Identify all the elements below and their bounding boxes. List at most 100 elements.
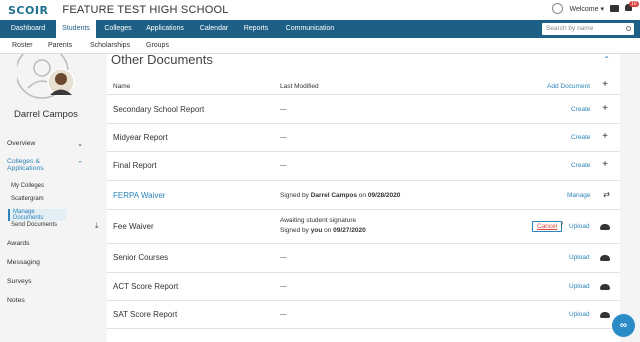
- notifications-icon[interactable]: 10: [625, 1, 639, 13]
- messages-icon[interactable]: [610, 5, 619, 12]
- subnav-roster[interactable]: Roster: [12, 38, 33, 54]
- add-document-link[interactable]: Add Document: [547, 83, 590, 90]
- table-row: Midyear Report — Create +: [107, 124, 620, 152]
- top-right-controls: Welcome ▾ 10: [552, 1, 639, 14]
- page-title: Other Documents: [111, 52, 213, 67]
- document-name-link[interactable]: FERPA Waiver: [113, 191, 165, 200]
- cloud-upload-icon[interactable]: [600, 224, 610, 230]
- plus-icon[interactable]: +: [602, 131, 608, 142]
- document-name: ACT Score Report: [113, 282, 179, 291]
- document-name: Fee Waiver: [113, 222, 154, 231]
- plus-icon[interactable]: +: [602, 159, 608, 170]
- help-chat-button[interactable]: ∞: [612, 314, 635, 337]
- signed-date: 09/28/2020: [367, 192, 401, 199]
- table-row: Final Report — Create +: [107, 152, 620, 181]
- nav-applications[interactable]: Applications: [142, 20, 188, 38]
- sidebar-item-messaging[interactable]: Messaging: [7, 259, 40, 266]
- sub-nav: Roster Parents Scholarships Groups: [0, 38, 640, 54]
- signer-name: Darrel Campos: [310, 192, 357, 199]
- document-name: SAT Score Report: [113, 310, 178, 319]
- table-row: ACT Score Report — Upload: [107, 273, 620, 301]
- create-link[interactable]: Create: [571, 162, 591, 169]
- create-link[interactable]: Create: [571, 106, 591, 113]
- chevron-up-icon[interactable]: ⌃: [603, 55, 610, 64]
- sidebar-item-surveys[interactable]: Surveys: [7, 278, 32, 285]
- last-modified: —: [280, 311, 287, 318]
- signer-name: you: [310, 227, 323, 234]
- chevron-up-icon: ⌃: [77, 161, 83, 168]
- last-modified: —: [280, 134, 287, 141]
- documents-panel: Other Documents ⌃ Name Last Modified Add…: [95, 52, 620, 342]
- nav-calendar[interactable]: Calendar: [196, 20, 232, 38]
- last-modified: —: [280, 283, 287, 290]
- table-row: Secondary School Report — Create +: [107, 96, 620, 124]
- scoir-logo[interactable]: SCOIR: [8, 4, 48, 17]
- upload-link[interactable]: Upload: [569, 311, 590, 318]
- document-name: Senior Courses: [113, 253, 169, 262]
- upload-link[interactable]: Upload: [569, 283, 590, 290]
- welcome-menu[interactable]: Welcome ▾: [569, 5, 604, 13]
- sidebar-sub-send-documents[interactable]: Send Documents: [11, 222, 57, 228]
- search-icon[interactable]: [626, 26, 631, 31]
- cloud-upload-icon[interactable]: [600, 312, 610, 318]
- signed-by-label: Signed by: [280, 192, 309, 199]
- table-header: Name Last Modified Add Document +: [107, 78, 620, 95]
- sidebar-item-notes[interactable]: Notes: [7, 297, 25, 304]
- cancel-button[interactable]: Cancel: [532, 221, 563, 232]
- manage-link[interactable]: Manage: [567, 192, 591, 199]
- sidebar-sub-manage-documents[interactable]: Manage Documents: [8, 209, 66, 221]
- last-modified: —: [280, 254, 287, 261]
- transfer-icon[interactable]: ⇄: [603, 190, 610, 199]
- cloud-upload-icon[interactable]: [600, 284, 610, 290]
- plus-icon[interactable]: +: [602, 103, 608, 114]
- signed-by-label: Signed by: [280, 227, 309, 234]
- table-row: SAT Score Report — Upload: [107, 301, 620, 329]
- column-header-last-modified: Last Modified: [280, 83, 319, 90]
- search-placeholder: Search by name: [546, 25, 594, 32]
- nav-communication[interactable]: Communication: [280, 20, 340, 38]
- table-row: ⤓ Fee Waiver Awaiting student signature …: [95, 210, 620, 244]
- student-avatar: [17, 54, 75, 99]
- cloud-upload-icon[interactable]: [600, 255, 610, 261]
- sidebar-sub-scattergram[interactable]: Scattergram: [11, 196, 44, 202]
- subnav-parents[interactable]: Parents: [48, 38, 72, 54]
- separator-slash: /: [561, 222, 563, 229]
- signed-line: Signed by you on 09/27/2020: [280, 227, 366, 234]
- last-modified: —: [280, 162, 287, 169]
- sidebar-item-label-line2: Applications: [7, 165, 44, 172]
- sidebar-item-overview[interactable]: Overview ⌄: [7, 140, 87, 148]
- upload-link[interactable]: Upload: [569, 223, 590, 230]
- search-input[interactable]: Search by name: [542, 23, 634, 35]
- nav-colleges[interactable]: Colleges: [100, 20, 136, 38]
- create-link[interactable]: Create: [571, 134, 591, 141]
- nav-dashboard[interactable]: Dashboard: [6, 20, 50, 38]
- on-label: on: [358, 192, 367, 199]
- awaiting-signature-text: Awaiting student signature: [280, 217, 357, 224]
- user-avatar-icon[interactable]: [552, 3, 564, 14]
- document-name: Midyear Report: [113, 133, 168, 142]
- welcome-label: Welcome: [569, 5, 599, 13]
- nav-reports[interactable]: Reports: [238, 20, 274, 38]
- school-name: FEATURE TEST HIGH SCHOOL: [62, 4, 229, 16]
- student-sidebar: Darrel Campos Overview ⌄ Colleges & Appl…: [0, 54, 88, 342]
- notification-count-badge: 10: [629, 1, 639, 7]
- download-icon[interactable]: ⤓: [95, 221, 99, 231]
- last-modified: —: [280, 106, 287, 113]
- document-name: Final Report: [113, 161, 157, 170]
- sidebar-sub-my-colleges[interactable]: My Colleges: [11, 183, 44, 189]
- sidebar-item-colleges-applications[interactable]: Colleges & Applications ⌃: [7, 158, 87, 172]
- table-row: FERPA Waiver Signed by Darrel Campos on …: [107, 181, 620, 210]
- student-name: Darrel Campos: [14, 109, 78, 120]
- chevron-down-icon: ⌄: [77, 141, 83, 148]
- last-modified: Signed by Darrel Campos on 09/28/2020: [280, 192, 400, 199]
- table-row: Senior Courses — Upload: [107, 244, 620, 273]
- signed-date: 09/27/2020: [333, 227, 366, 234]
- add-document-plus-icon[interactable]: +: [602, 79, 608, 90]
- column-header-name: Name: [113, 83, 131, 90]
- sidebar-item-label: Overview: [7, 140, 36, 147]
- sidebar-item-awards[interactable]: Awards: [7, 240, 30, 247]
- nav-students[interactable]: Students: [56, 20, 96, 40]
- on-label: on: [324, 227, 332, 234]
- main-nav: Dashboard Students Colleges Applications…: [0, 20, 640, 40]
- upload-link[interactable]: Upload: [569, 254, 590, 261]
